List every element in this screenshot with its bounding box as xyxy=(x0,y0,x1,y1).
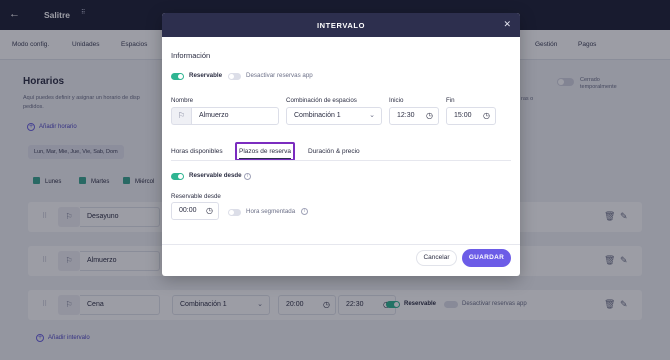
save-button[interactable]: GUARDAR xyxy=(462,249,511,267)
clock-icon: ◷ xyxy=(483,111,490,120)
close-icon[interactable]: ✕ xyxy=(503,19,511,30)
name-input[interactable]: Almuerzo xyxy=(191,107,279,125)
name-label: Nombre xyxy=(171,97,194,104)
interval-modal: INTERVALO ✕ Información Reservable Desac… xyxy=(162,13,520,276)
clock-icon: ◷ xyxy=(206,206,213,215)
reservable-from-toggle-label: Reservable desde xyxy=(189,172,242,179)
modal-title: INTERVALO xyxy=(316,21,366,30)
reservable-toggle[interactable] xyxy=(171,73,184,80)
reservable-from-input[interactable]: 00:00 ◷ xyxy=(171,202,219,220)
info-icon[interactable]: i xyxy=(244,173,251,180)
tab-booking-terms[interactable]: Plazos de reserva xyxy=(235,142,295,161)
end-time-input[interactable]: 15:00 ◷ xyxy=(446,107,496,125)
info-icon[interactable]: i xyxy=(301,208,308,215)
modal-header: INTERVALO ✕ xyxy=(162,13,520,37)
clock-icon: ◷ xyxy=(426,111,433,120)
flag-icon[interactable]: ⚐ xyxy=(171,107,191,125)
combination-select[interactable]: Combinación 1 ⌄ xyxy=(286,107,382,125)
combination-label: Combinación de espacios xyxy=(286,97,357,104)
segmented-hour-label: Hora segmentada xyxy=(246,208,296,215)
chevron-down-icon: ⌄ xyxy=(369,112,375,119)
segmented-hour-toggle[interactable] xyxy=(228,209,241,216)
section-title: Información xyxy=(171,51,211,60)
deactivate-app-toggle[interactable] xyxy=(228,73,241,80)
start-label: Inicio xyxy=(389,97,404,104)
tab-available-hours[interactable]: Horas disponibles xyxy=(171,148,223,155)
cancel-button[interactable]: Cancelar xyxy=(416,250,457,266)
tab-duration-price[interactable]: Duración & precio xyxy=(308,148,360,155)
footer-divider xyxy=(162,244,520,245)
reservable-label: Reservable xyxy=(189,72,223,79)
reservable-from-label: Reservable desde xyxy=(171,193,221,200)
start-time-input[interactable]: 12:30 ◷ xyxy=(389,107,439,125)
deactivate-app-label: Desactivar reservas app xyxy=(246,72,313,79)
end-label: Fin xyxy=(446,97,455,104)
reservable-from-toggle[interactable] xyxy=(171,173,184,180)
tabs-divider xyxy=(171,160,511,161)
